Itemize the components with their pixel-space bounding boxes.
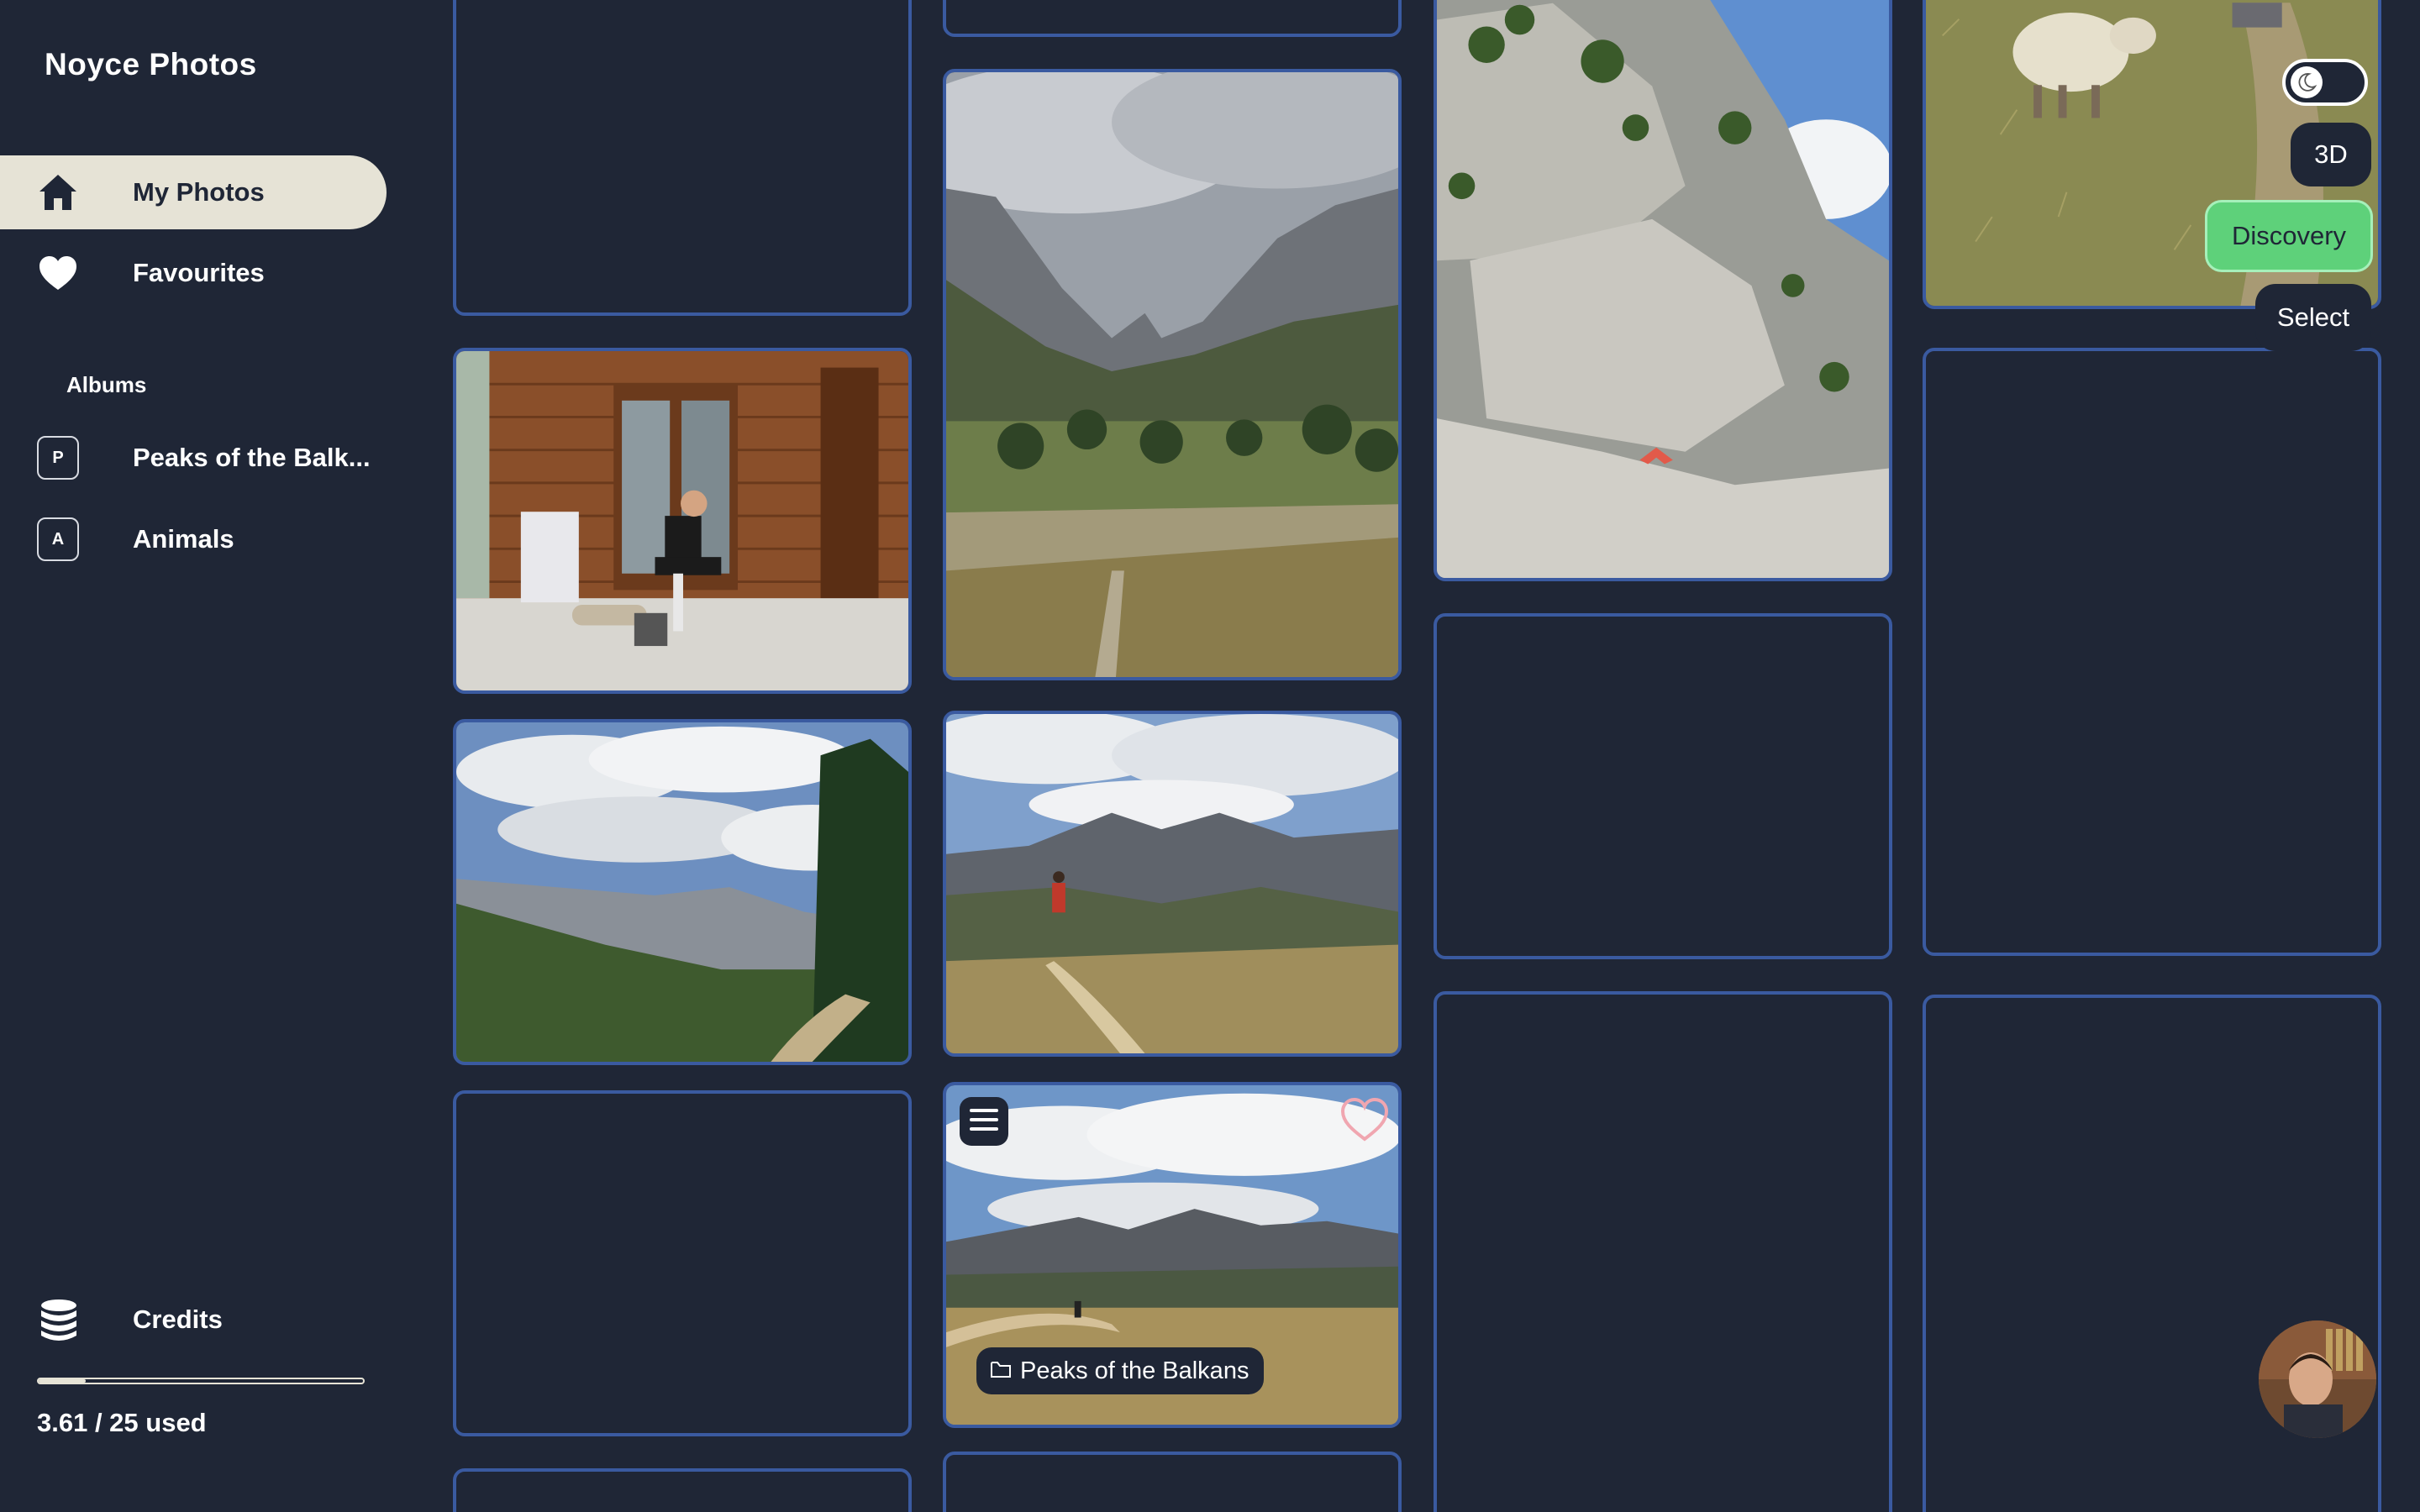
moon-icon: [2291, 66, 2323, 98]
album-chip-label: Peaks of the Balkans: [1020, 1357, 1249, 1384]
photo-tile-placeholder[interactable]: [1434, 991, 1892, 1512]
photo-valley-clouds: [456, 722, 908, 1062]
nav-label: My Photos: [133, 177, 265, 207]
sidebar: Noyce Photos My Photos Favourites Albums…: [0, 0, 420, 1512]
photo-tile[interactable]: [453, 719, 912, 1065]
home-icon: [37, 171, 79, 213]
heart-icon: [37, 252, 79, 294]
nav-item-favourites[interactable]: Favourites: [0, 236, 387, 310]
photo-tile[interactable]: [943, 69, 1402, 680]
view-3d-button[interactable]: 3D: [2291, 123, 2371, 186]
favourite-toggle[interactable]: [1339, 1097, 1390, 1144]
nav-label: Favourites: [133, 258, 265, 287]
album-label: Animals: [133, 524, 234, 554]
photo-tile[interactable]: Peaks of the Balkans: [943, 1082, 1402, 1428]
photo-tile[interactable]: [943, 711, 1402, 1057]
sidebar-item-album-peaks[interactable]: P Peaks of the Balk...: [0, 421, 387, 495]
photo-menu-button[interactable]: [960, 1097, 1008, 1146]
credits-progress-bar: [37, 1378, 365, 1384]
photo-tile-placeholder[interactable]: [1434, 613, 1892, 959]
photo-album-chip[interactable]: Peaks of the Balkans: [976, 1347, 1265, 1394]
album-badge-wrap: P: [37, 436, 79, 480]
photo-tile-placeholder[interactable]: [453, 1090, 912, 1436]
photo-cabin-porch: [456, 351, 908, 690]
photo-tile-placeholder[interactable]: [453, 1468, 912, 1512]
photo-tile[interactable]: [453, 348, 912, 694]
photo-mountain-valley: [946, 72, 1398, 677]
coins-stack-icon: [39, 1298, 79, 1343]
nav-item-my-photos[interactable]: My Photos: [0, 155, 387, 229]
credits-progress-fill: [39, 1379, 86, 1383]
folder-icon: [990, 1357, 1012, 1385]
select-button[interactable]: Select: [2255, 284, 2371, 351]
photo-hiker-ridge: [946, 714, 1398, 1053]
credits-label: Credits: [133, 1305, 223, 1334]
heart-outline-icon: [1339, 1097, 1390, 1146]
discovery-button[interactable]: Discovery: [2205, 200, 2373, 272]
credits-usage: 3.61 / 25 used: [37, 1408, 207, 1437]
photo-tile-placeholder[interactable]: [943, 1452, 1402, 1512]
photo-tile-placeholder[interactable]: [453, 0, 912, 316]
avatar[interactable]: [2259, 1320, 2376, 1438]
album-label: Peaks of the Balk...: [133, 443, 371, 472]
app-title: Noyce Photos: [45, 47, 257, 81]
album-badge: P: [37, 436, 79, 480]
sidebar-item-album-animals[interactable]: A Animals: [0, 502, 387, 576]
hamburger-menu-icon: [970, 1108, 998, 1136]
photo-tile-placeholder[interactable]: [943, 0, 1402, 37]
albums-heading: Albums: [66, 372, 147, 397]
album-badge: A: [37, 517, 79, 561]
theme-toggle[interactable]: [2282, 59, 2368, 106]
album-badge-wrap: A: [37, 517, 79, 561]
photo-tile-placeholder[interactable]: [1923, 348, 2381, 956]
photo-tile[interactable]: [1434, 0, 1892, 581]
avatar-photo: [2259, 1320, 2376, 1438]
photo-rocky-slope: [1437, 0, 1889, 578]
